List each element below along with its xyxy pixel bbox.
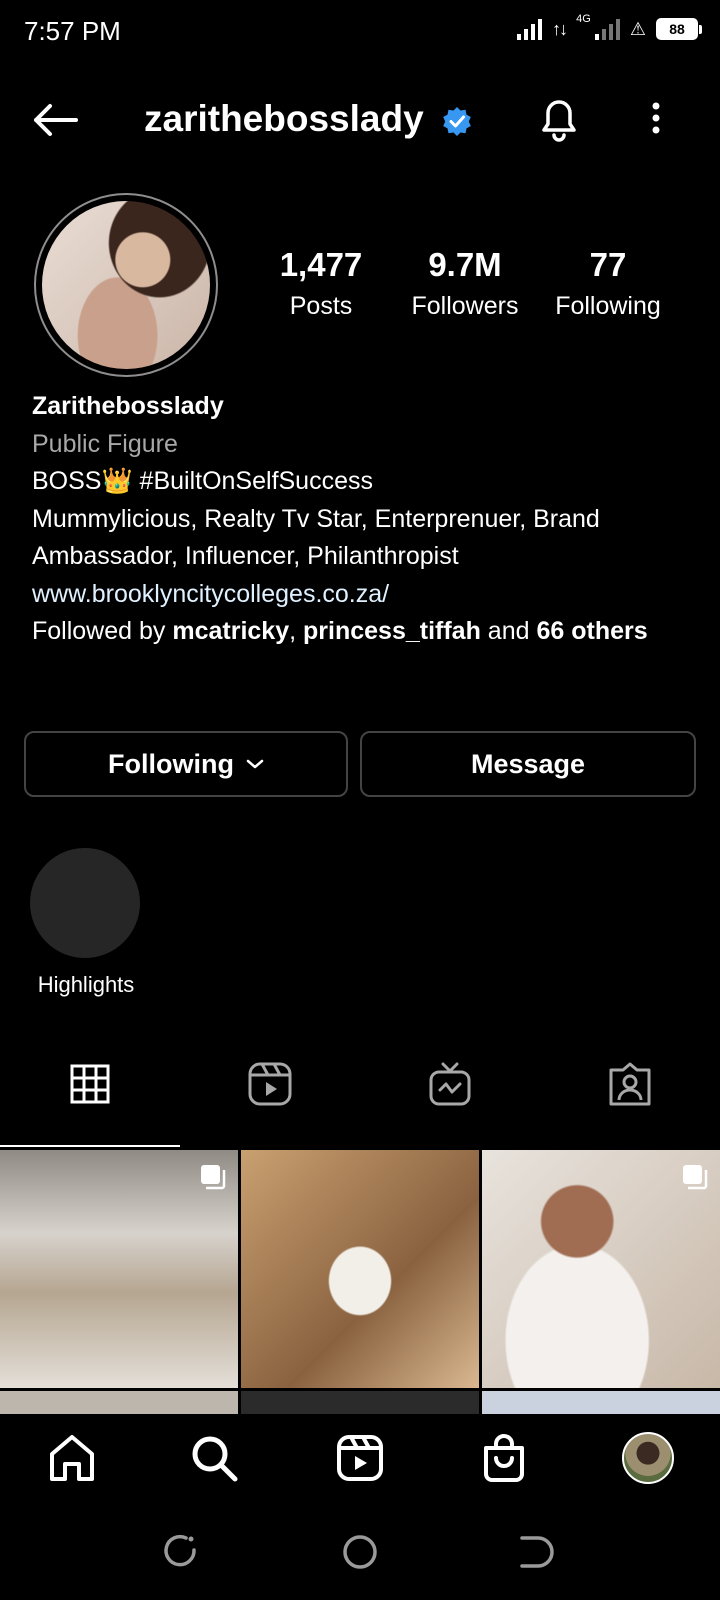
followers-count: 9.7M — [428, 246, 502, 283]
grid-icon — [70, 1064, 110, 1104]
message-button-label: Message — [470, 748, 586, 779]
multiple-photos-icon — [201, 1165, 226, 1190]
followed-by-prefix: Followed by — [32, 617, 173, 645]
stat-following[interactable]: 77 Following — [546, 246, 670, 321]
post-thumbnail[interactable] — [0, 1150, 238, 1388]
bio-line-2: Mummylicious, Realty Tv Star, Enterprenu… — [32, 504, 600, 571]
reels-icon — [248, 1062, 292, 1106]
battery-icon: 88 — [656, 18, 702, 40]
post-grid — [0, 1150, 720, 1414]
verified-badge-icon — [443, 107, 471, 136]
shop-bag-icon[interactable] — [478, 1432, 530, 1484]
status-icons: ↑↓ 4G ⚠ 88 — [517, 13, 702, 40]
content-tabs — [0, 1040, 720, 1128]
back-nav-icon[interactable] — [516, 1530, 560, 1574]
tab-active-indicator — [0, 1145, 180, 1147]
recent-apps-icon[interactable] — [158, 1530, 202, 1574]
network-type-label: 4G — [576, 13, 591, 25]
followed-by-separator: , — [289, 617, 304, 645]
signal-icon — [517, 18, 543, 40]
profile-name: Zarithebosslady — [32, 392, 224, 420]
followed-by-text[interactable]: Followed by mcatricky, princess_tiffah a… — [32, 613, 692, 651]
tagged-user-icon — [609, 1062, 651, 1106]
post-thumbnail[interactable] — [241, 1391, 479, 1414]
posts-count: 1,477 — [279, 246, 363, 283]
bio-website-link[interactable]: www.brooklyncitycolleges.co.za/ — [32, 576, 692, 614]
stat-posts[interactable]: 1,477 Posts — [266, 246, 376, 321]
home-circle-icon[interactable] — [338, 1530, 382, 1574]
signal-icon-secondary — [594, 18, 620, 40]
followed-by-and: and — [480, 617, 537, 645]
tab-reels[interactable] — [180, 1040, 360, 1128]
message-button[interactable]: Message — [360, 731, 696, 797]
tab-igtv[interactable] — [360, 1040, 540, 1128]
system-navigation-bar — [0, 1504, 720, 1600]
followed-by-others: 66 others — [536, 617, 648, 645]
home-icon[interactable] — [46, 1432, 98, 1484]
profile-header: zarithebosslady — [0, 86, 720, 156]
back-arrow-icon[interactable] — [30, 100, 80, 140]
following-button[interactable]: Following — [24, 731, 348, 797]
bio-line-1: BOSS👑 #BuiltOnSelfSuccess — [32, 467, 373, 495]
following-label: Following — [555, 292, 661, 320]
profile-avatar-image — [42, 201, 210, 369]
multiple-photos-icon — [683, 1165, 708, 1190]
notification-bell-icon[interactable] — [536, 94, 582, 142]
highlights-label: Highlights — [37, 972, 135, 997]
followed-by-user-1: mcatricky — [172, 617, 290, 645]
following-count: 77 — [589, 246, 627, 283]
profile-bio: Zarithebosslady Public Figure BOSS👑 #Bui… — [32, 388, 692, 651]
post-thumbnail[interactable] — [482, 1150, 720, 1388]
tab-posts-grid[interactable] — [0, 1040, 180, 1128]
status-bar: 7:57 PM ↑↓ 4G ⚠ 88 — [0, 0, 720, 64]
battery-level: 88 — [669, 21, 685, 37]
highlight-circle[interactable] — [30, 848, 140, 958]
post-thumbnail[interactable] — [0, 1391, 238, 1414]
reels-nav-icon[interactable] — [334, 1432, 386, 1484]
data-transfer-icon: ↑↓ — [552, 19, 568, 39]
followers-label: Followers — [411, 292, 519, 320]
post-thumbnail[interactable] — [482, 1391, 720, 1414]
following-button-label: Following — [108, 748, 234, 779]
igtv-icon — [429, 1062, 471, 1106]
status-time: 7:57 PM — [24, 16, 121, 46]
profile-avatar[interactable] — [34, 193, 218, 377]
search-icon[interactable] — [188, 1432, 240, 1484]
post-thumbnail[interactable] — [241, 1150, 479, 1388]
profile-nav-avatar[interactable] — [622, 1432, 674, 1484]
chevron-down-icon — [246, 759, 264, 769]
alert-icon: ⚠ — [629, 18, 646, 39]
followed-by-user-2: princess_tiffah — [303, 617, 481, 645]
header-username: zarithebosslady — [144, 98, 424, 139]
more-options-icon[interactable] — [640, 100, 672, 140]
tab-tagged[interactable] — [540, 1040, 720, 1128]
posts-label: Posts — [289, 292, 353, 320]
bottom-navigation — [0, 1414, 720, 1504]
profile-category: Public Figure — [32, 429, 178, 458]
stat-followers[interactable]: 9.7M Followers — [400, 246, 530, 321]
